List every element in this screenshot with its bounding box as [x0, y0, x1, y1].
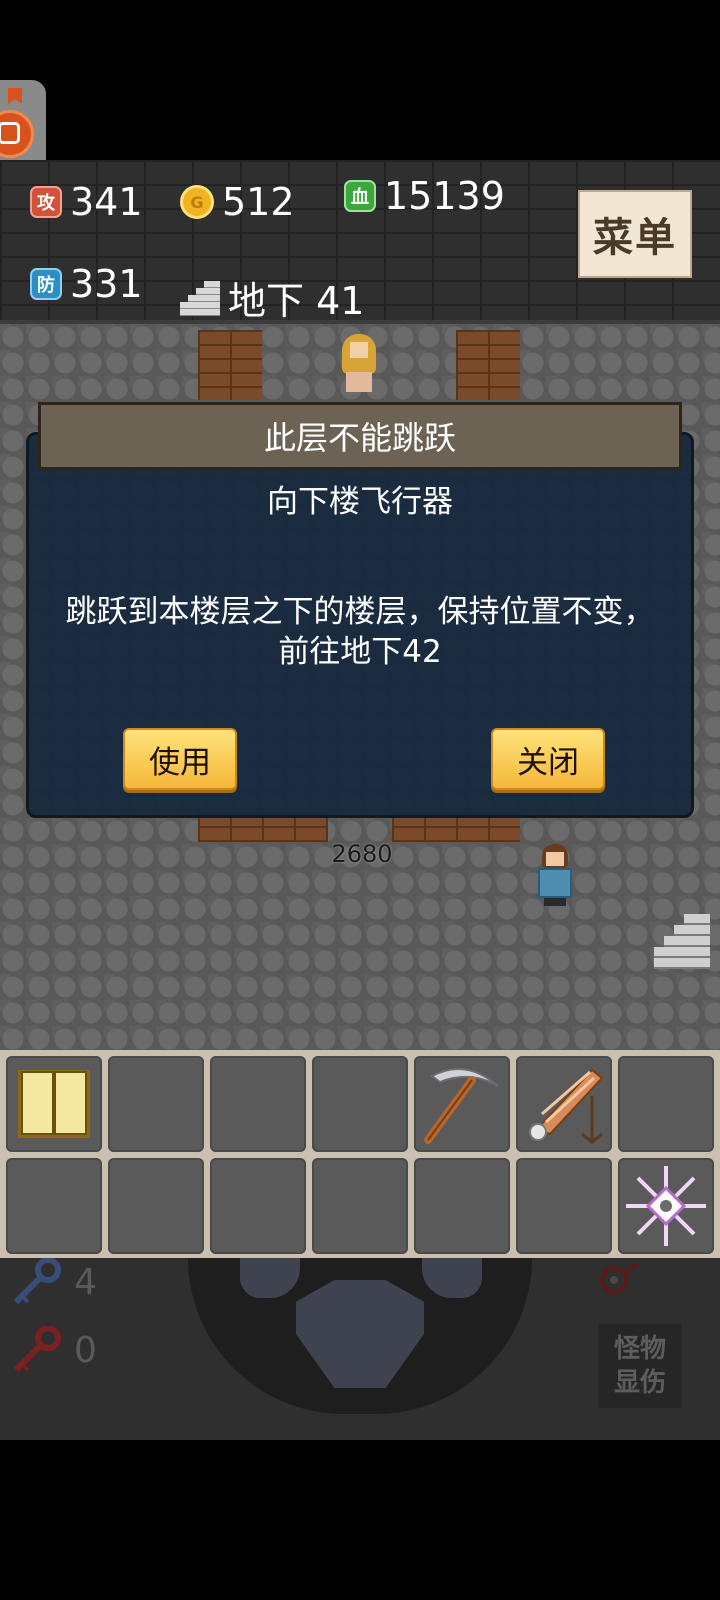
inventory-slot-empty[interactable]: [516, 1158, 612, 1254]
use-button[interactable]: 使用: [123, 728, 237, 790]
hero-sprite: [534, 844, 576, 906]
inventory-slot-empty[interactable]: [210, 1056, 306, 1152]
inventory-bar: [0, 1050, 720, 1258]
inventory-slot-empty[interactable]: [312, 1056, 408, 1152]
inventory-slot-down-floor-flyer[interactable]: [516, 1056, 612, 1152]
floor-stat: 地下 41: [180, 270, 364, 325]
inventory-slot-empty[interactable]: [414, 1158, 510, 1254]
gold-value: 512: [222, 180, 295, 224]
gold-coin-icon: G: [180, 185, 214, 219]
inventory-slot-empty[interactable]: [312, 1158, 408, 1254]
inventory-slot-empty[interactable]: [108, 1056, 204, 1152]
blue-key-icon: [13, 1258, 61, 1305]
attack-icon: 攻: [30, 186, 62, 218]
item-description: 跳跃到本楼层之下的楼层，保持位置不变，前往地下42: [65, 594, 655, 670]
menu-button[interactable]: 菜单: [578, 190, 692, 278]
gold-stat: G 512: [180, 180, 295, 224]
red-key-count: 0: [74, 1329, 97, 1371]
blue-key-count: 4: [74, 1261, 97, 1303]
hp-icon: 血: [344, 180, 376, 212]
inventory-slot-empty[interactable]: [6, 1158, 102, 1254]
wall-tile: [198, 330, 262, 400]
inventory-slot-empty[interactable]: [210, 1158, 306, 1254]
defense-stat: 防 331: [30, 262, 143, 306]
attack-stat: 攻 341: [30, 180, 143, 224]
monster-toggle-line1: 怪物: [613, 1334, 666, 1364]
hp-stat: 血 15139: [344, 174, 505, 218]
npc-sprite[interactable]: [336, 334, 382, 392]
stairs-down-icon[interactable]: [654, 914, 710, 970]
monster-damage-toggle-button[interactable]: 怪物 显伤: [598, 1324, 682, 1408]
attack-value: 341: [70, 180, 143, 224]
inventory-slot-empty[interactable]: [618, 1056, 714, 1152]
bookmark-icon: [8, 88, 22, 104]
down-floor-flyer-icon: [529, 1068, 604, 1144]
blue-key-counter: 4: [10, 1258, 97, 1306]
pickaxe-icon: [424, 1068, 499, 1144]
defense-icon: 防: [30, 268, 62, 300]
hp-value: 15139: [384, 174, 505, 218]
monster-book-icon: [18, 1070, 90, 1138]
stairs-icon: [180, 280, 220, 316]
home-icon: [0, 122, 20, 144]
red-key-counter: 0: [10, 1326, 97, 1374]
monster-toggle-line2: 显伤: [613, 1368, 666, 1398]
close-button[interactable]: 关闭: [491, 728, 605, 790]
wall-tile: [456, 330, 520, 400]
defense-value: 331: [70, 262, 143, 306]
dialog-title: 此层不能跳跃: [38, 402, 682, 470]
inventory-slot-pickaxe[interactable]: [414, 1056, 510, 1152]
bottom-blank-area: [0, 1440, 720, 1600]
inventory-slot-snowflake-orb[interactable]: [618, 1158, 714, 1254]
snowflake-orb-icon: [626, 1166, 706, 1246]
orb-icon: [600, 1262, 640, 1296]
inventory-slot-empty[interactable]: [108, 1158, 204, 1254]
item-name: 向下楼飞行器: [267, 484, 453, 520]
monster-damage-label: 2680: [331, 840, 393, 868]
red-key-icon: [13, 1326, 61, 1373]
floor-value: 地下 41: [228, 279, 365, 323]
inventory-slot-monster-book[interactable]: [6, 1056, 102, 1152]
